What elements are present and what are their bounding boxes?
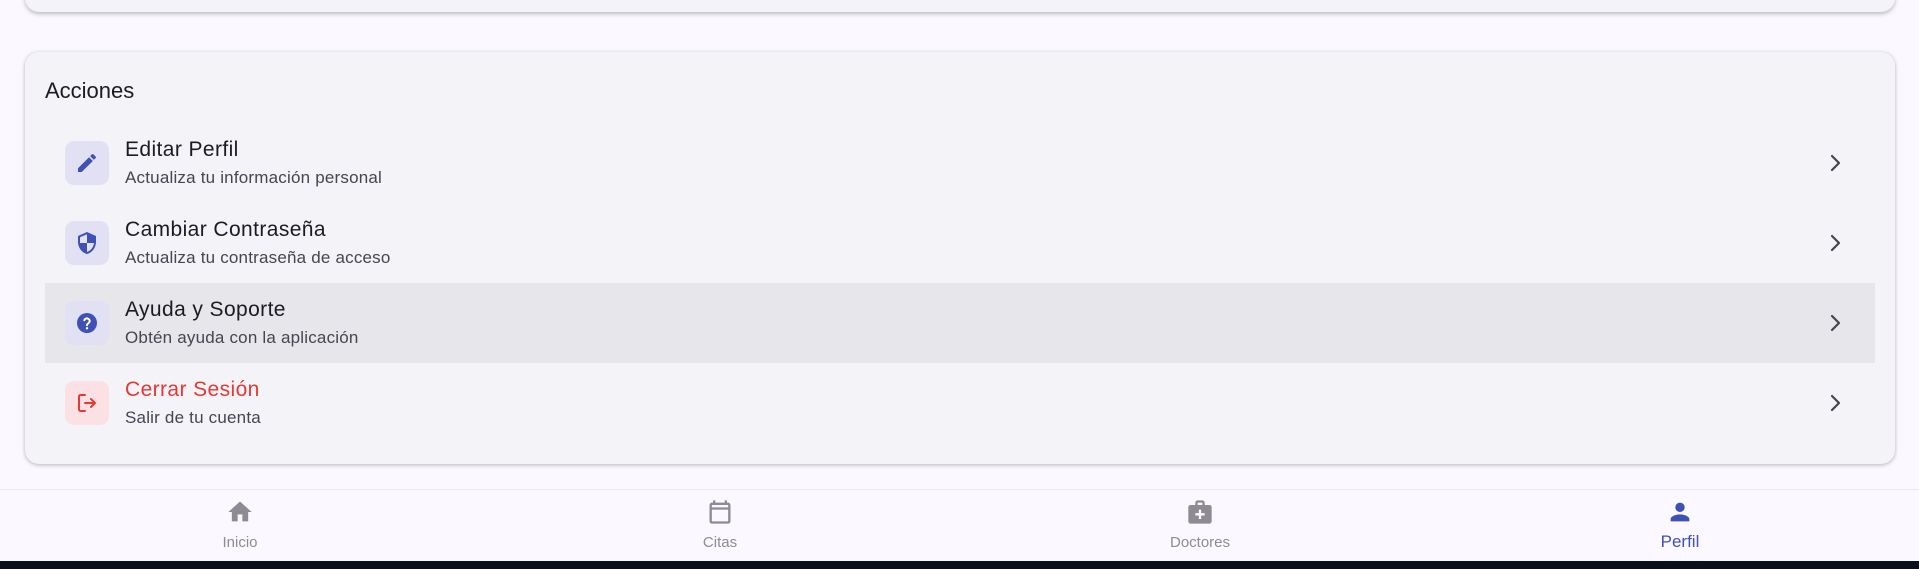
- logout-title: Cerrar Sesión: [125, 378, 260, 401]
- change-password-title: Cambiar Contraseña: [125, 218, 326, 241]
- medical-bag-icon: [1188, 500, 1212, 524]
- help-circle-icon: [65, 301, 109, 345]
- bottom-navigation: Inicio Citas Doctores Perfil: [0, 489, 1919, 561]
- change-password-item[interactable]: Cambiar Contraseña Actualiza tu contrase…: [45, 203, 1875, 283]
- nav-label-doctores: Doctores: [1169, 534, 1231, 551]
- nav-item-citas[interactable]: Citas: [660, 490, 780, 562]
- chevron-right-icon: [1830, 234, 1841, 252]
- nav-label-citas: Citas: [702, 534, 738, 551]
- help-support-subtitle: Obtén ayuda con la aplicación: [125, 328, 359, 347]
- edit-profile-title: Editar Perfil: [125, 138, 239, 161]
- calendar-icon: [709, 500, 731, 524]
- chevron-right-icon: [1830, 314, 1841, 332]
- nav-label-inicio: Inicio: [222, 534, 258, 551]
- chevron-right-icon: [1830, 394, 1841, 412]
- previous-card: [25, 0, 1895, 12]
- nav-item-inicio[interactable]: Inicio: [180, 490, 300, 562]
- shield-icon: [65, 221, 109, 265]
- desktop-background-strip: [0, 561, 1919, 569]
- change-password-subtitle: Actualiza tu contraseña de acceso: [125, 248, 391, 267]
- nav-label-perfil: Perfil: [1660, 532, 1700, 551]
- help-support-item[interactable]: Ayuda y Soporte Obtén ayuda con la aplic…: [45, 283, 1875, 363]
- section-title: Acciones: [45, 78, 135, 103]
- logout-subtitle: Salir de tu cuenta: [125, 408, 261, 427]
- nav-item-perfil[interactable]: Perfil: [1620, 490, 1740, 562]
- edit-profile-subtitle: Actualiza tu información personal: [125, 168, 383, 187]
- edit-profile-item[interactable]: Editar Perfil Actualiza tu información p…: [45, 123, 1875, 203]
- person-icon: [1670, 502, 1690, 522]
- logout-icon: [65, 381, 109, 425]
- edit-pencil-icon: [65, 141, 109, 185]
- home-icon: [228, 501, 252, 522]
- logout-item[interactable]: Cerrar Sesión Salir de tu cuenta: [45, 363, 1875, 443]
- actions-card: Acciones Editar Perfil Actualiza tu info…: [25, 52, 1895, 464]
- help-support-title: Ayuda y Soporte: [125, 298, 286, 321]
- chevron-right-icon: [1830, 154, 1841, 172]
- nav-item-doctores[interactable]: Doctores: [1140, 490, 1260, 562]
